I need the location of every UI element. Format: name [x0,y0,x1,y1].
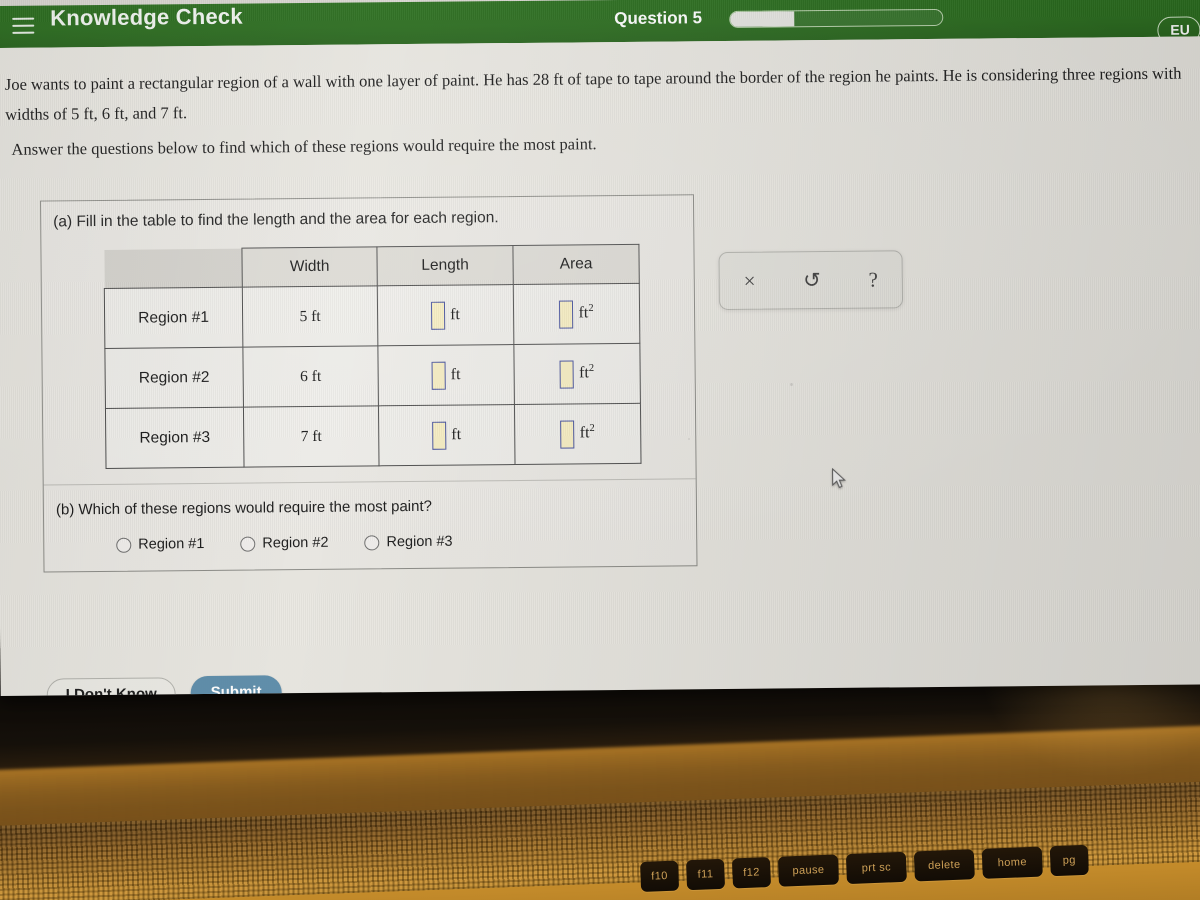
part-b-options: Region #1 Region #2 Region #3 [116,533,453,553]
length-input-region-1[interactable] [431,301,446,330]
hamburger-icon[interactable] [12,17,35,34]
question-card: (a) Fill in the table to find the length… [39,194,698,573]
key-prt-sc[interactable]: prt sc [845,851,907,885]
radio-icon[interactable] [116,537,132,553]
row-width-region-1: 5 ft [242,285,378,348]
row-label-region-3: Region #3 [105,407,245,469]
row-length-region-1[interactable]: ft [377,284,514,346]
row-length-region-2[interactable]: ft [377,344,515,406]
row-label-region-1: Region #1 [104,287,243,349]
option-label-region-3: Region #3 [386,533,453,551]
option-region-2[interactable]: Region #2 [240,534,329,552]
row-length-region-3[interactable]: ft [378,404,516,466]
option-region-3[interactable]: Region #3 [364,533,453,551]
area-unit-region-1: ft2 [578,302,594,322]
laptop-screen: gc5a07CXhcQGVFTuKhbMziVRdXzH4kY6q8dYUYOP… [0,0,1200,696]
header-width: Width [241,246,378,288]
option-region-1[interactable]: Region #1 [116,536,204,553]
undo-icon[interactable]: ↺ [803,268,821,292]
question-instruction: Answer the questions below to find which… [11,134,597,159]
row-area-region-1[interactable]: ft2 [513,283,640,345]
question-page: Joe wants to paint a rectangular region … [0,36,1200,696]
key-pause[interactable]: pause [777,854,840,887]
key-f11[interactable]: f11 [685,858,726,891]
question-prompt: Joe wants to paint a rectangular region … [4,63,1182,124]
table-corner-header [103,248,243,289]
area-input-region-2[interactable] [560,359,575,389]
key-delete[interactable]: delete [913,849,975,882]
dust-speck [688,438,690,440]
row-area-region-3[interactable]: ft2 [514,403,642,465]
row-width-region-3: 7 ft [243,405,380,468]
answer-tool-palette: × ↺ ? [718,250,904,311]
key-f10[interactable]: f10 [640,860,680,892]
progress-fill [730,11,794,27]
question-label: Question 5 [614,8,703,29]
length-input-region-2[interactable] [431,361,446,390]
row-area-region-2[interactable]: ft2 [513,343,641,405]
part-a-label: (a) Fill in the table to find the length… [53,209,499,231]
help-icon[interactable]: ? [868,267,878,291]
question-progress-bar [729,8,944,28]
table-row: Region #1 5 ft ft ft2 [104,283,640,349]
length-unit-region-2: ft [450,365,461,383]
part-b-label: (b) Which of these regions would require… [55,497,433,519]
header-length: Length [376,245,514,286]
row-label-region-2: Region #2 [104,347,244,409]
radio-icon[interactable] [240,536,256,552]
length-unit-region-1: ft [450,305,461,323]
area-input-region-3[interactable] [560,419,575,449]
table-row: Region #3 7 ft ft ft2 [105,403,642,469]
key-page-up[interactable]: pg [1049,844,1089,877]
page-title: Knowledge Check [50,3,243,31]
option-label-region-1: Region #1 [138,536,205,553]
laptop-photo: f10 f11 f12 pause prt sc delete home pg … [0,0,1200,900]
length-unit-region-3: ft [451,425,462,443]
card-divider [43,478,696,486]
submit-button[interactable]: Submit [190,675,282,696]
area-unit-region-3: ft2 [579,422,595,442]
table-header-row: Width Length Area [103,244,640,289]
option-label-region-2: Region #2 [262,534,329,552]
dont-know-button[interactable]: I Don't Know [46,677,176,696]
key-f12[interactable]: f12 [731,857,772,889]
area-unit-region-2: ft2 [579,362,595,382]
region-table: Width Length Area Region #1 5 ft ft ft2 … [103,244,642,469]
dust-speck [790,383,793,386]
row-width-region-2: 6 ft [242,345,379,408]
key-home[interactable]: home [981,846,1043,879]
clear-icon[interactable]: × [744,268,756,292]
length-input-region-3[interactable] [432,421,447,450]
mouse-cursor-icon [832,467,846,489]
area-input-region-1[interactable] [559,299,574,329]
header-area: Area [512,244,640,285]
table-row: Region #2 6 ft ft ft2 [104,343,641,409]
radio-icon[interactable] [364,534,380,550]
